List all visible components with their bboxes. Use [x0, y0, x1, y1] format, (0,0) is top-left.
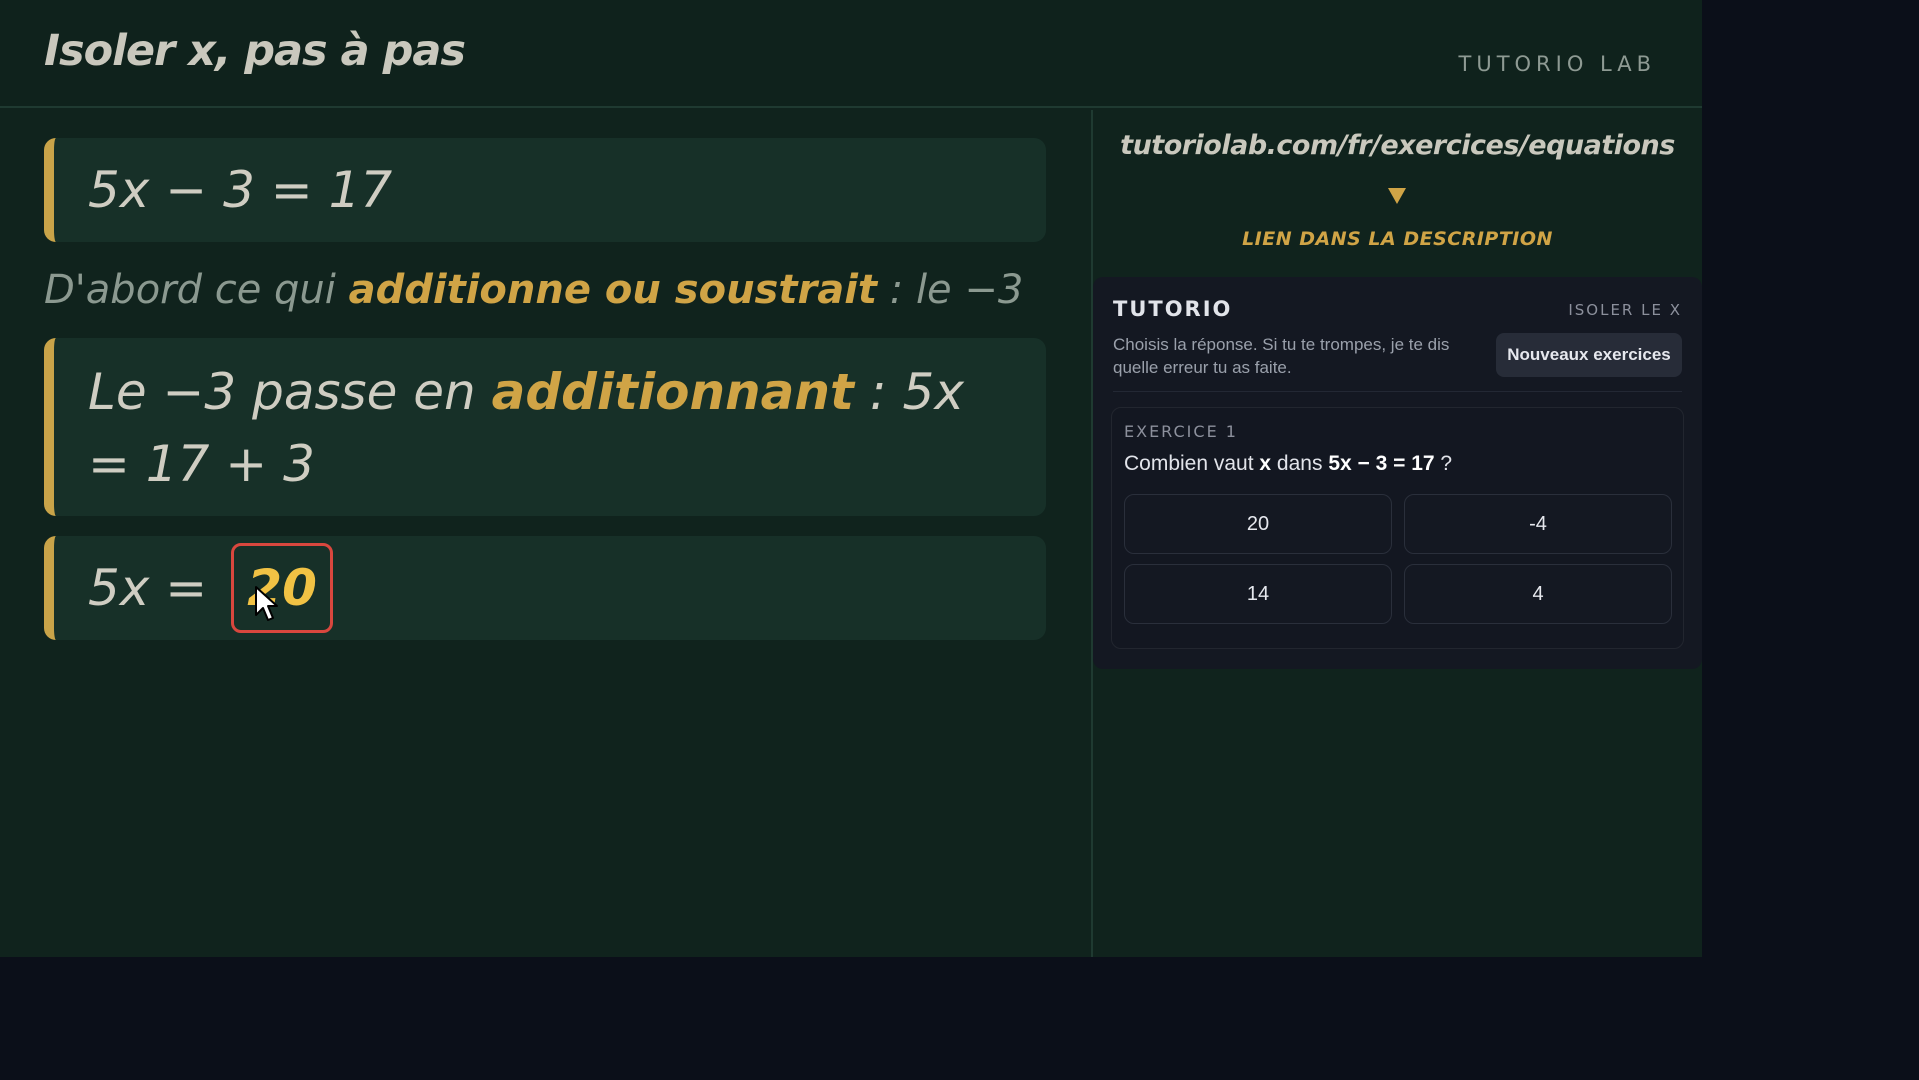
question-mid: dans: [1271, 452, 1329, 475]
promo-url: tutoriolab.com/fr/exercices/equations: [1120, 130, 1675, 161]
answer-highlight-box: 20: [231, 542, 334, 633]
header: Isoler x, pas à pas TUTORIO LAB: [0, 0, 1702, 108]
equation-step-3: 5x = 20: [44, 536, 1046, 640]
equation-step-1: 5x − 3 = 17: [44, 138, 1046, 242]
question-suffix: ?: [1434, 452, 1453, 475]
widget-brand: TUTORIO: [1113, 297, 1233, 321]
exercise-question: Combien vaut x dans 5x − 3 = 17 ?: [1124, 452, 1452, 476]
arrow-down-icon: [1388, 188, 1406, 204]
widget-separator: [1113, 391, 1682, 392]
question-variable: x: [1259, 452, 1272, 475]
explanation-after: : le −3: [877, 267, 1024, 313]
page-title: Isoler x, pas à pas: [44, 26, 466, 76]
answer-option-4[interactable]: 4: [1404, 564, 1672, 624]
step2-before: Le −3 passe en: [88, 363, 492, 421]
exercise-label: EXERCICE 1: [1124, 422, 1238, 441]
answer-option-20[interactable]: 20: [1124, 494, 1392, 554]
answer-option-minus-4[interactable]: -4: [1404, 494, 1672, 554]
question-equation: 5x − 3 = 17: [1328, 452, 1435, 475]
new-exercises-button[interactable]: Nouveaux exercices: [1496, 333, 1682, 377]
explanation-highlight: additionne ou soustrait: [348, 267, 878, 313]
answer-option-14[interactable]: 14: [1124, 564, 1392, 624]
explanation-before: D'abord ce qui: [44, 267, 349, 313]
widget-description: Choisis la réponse. Si tu te trompes, je…: [1113, 335, 1450, 377]
quiz-widget: TUTORIO ISOLER LE X Choisis la réponse. …: [1093, 277, 1702, 669]
explanation-text: D'abord ce qui additionne ou soustrait :…: [44, 262, 1023, 318]
promo-note: LIEN DANS LA DESCRIPTION: [1242, 228, 1553, 250]
equation-step-2: Le −3 passe en additionnant : 5x = 17 + …: [44, 338, 1046, 516]
question-prefix: Combien vaut: [1124, 452, 1260, 475]
mouse-cursor-icon: [255, 586, 278, 621]
exercise-card: EXERCICE 1 Combien vaut x dans 5x − 3 = …: [1111, 407, 1684, 649]
equation-text: 5x − 3 = 17: [88, 161, 393, 219]
brand-label: TUTORIO LAB: [1458, 52, 1656, 76]
widget-topic: ISOLER LE X: [1568, 301, 1682, 319]
step2-highlight: additionnant: [491, 363, 854, 421]
step3-prefix: 5x =: [88, 559, 224, 617]
